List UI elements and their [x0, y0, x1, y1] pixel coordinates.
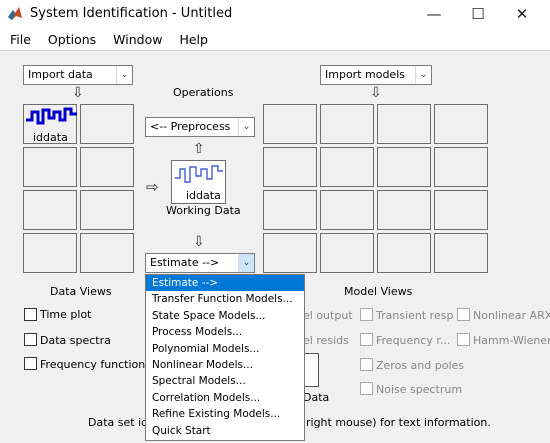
model-views-title: Model Views — [344, 285, 413, 298]
data-slot[interactable] — [23, 147, 77, 187]
status-text-right: right mouse) for text information. — [306, 416, 491, 429]
close-button[interactable]: ✕ — [504, 2, 540, 26]
data-slot[interactable] — [80, 147, 134, 187]
data-views-title: Data Views — [50, 285, 112, 298]
model-slot[interactable] — [434, 233, 488, 273]
matlab-icon — [8, 7, 22, 20]
model-slot[interactable] — [320, 147, 374, 187]
model-slot[interactable] — [320, 190, 374, 230]
transient-resp-label: Transient resp — [376, 309, 454, 322]
preprocess-label: <-- Preprocess — [150, 120, 231, 133]
noise-spectrum-label: Noise spectrum — [376, 383, 463, 396]
data-slot[interactable] — [80, 104, 134, 144]
estimate-menu-item[interactable]: Nonlinear Models... — [146, 357, 304, 373]
estimate-menu-item[interactable]: Spectral Models... — [146, 373, 304, 389]
signal-waveform-icon — [175, 165, 223, 183]
data-spectra-label: Data spectra — [40, 334, 111, 347]
signal-waveform-icon — [26, 107, 77, 125]
data-slot[interactable] — [80, 233, 134, 273]
frequency-resp-checkbox[interactable] — [360, 333, 373, 346]
data-slot[interactable] — [80, 190, 134, 230]
model-slot[interactable] — [377, 104, 431, 144]
time-plot-label: Time plot — [40, 308, 92, 321]
model-slot[interactable] — [434, 104, 488, 144]
window-title: System Identification - Untitled — [30, 6, 233, 21]
chevron-down-icon: ⌄ — [116, 66, 132, 84]
arrow-down-icon: ⇩ — [193, 234, 205, 250]
data-icon-label: iddata — [33, 131, 68, 144]
model-slot[interactable] — [320, 104, 374, 144]
chevron-down-icon: ⌄ — [238, 254, 254, 272]
frequency-function-checkbox[interactable] — [24, 357, 37, 370]
working-data-label: Working Data — [166, 204, 241, 217]
model-output-label: el output — [303, 309, 353, 322]
transient-resp-checkbox[interactable] — [360, 308, 373, 321]
zeros-poles-label: Zeros and poles — [376, 359, 464, 372]
chevron-down-icon: ⌄ — [415, 66, 431, 84]
estimate-menu: Estimate --> Transfer Function Models... S… — [145, 274, 305, 441]
estimate-menu-item[interactable]: State Space Models... — [146, 308, 304, 324]
model-slot[interactable] — [263, 190, 317, 230]
zeros-poles-checkbox[interactable] — [360, 358, 373, 371]
operations-label: Operations — [173, 86, 234, 99]
menu-options[interactable]: Options — [38, 32, 103, 47]
model-slot[interactable] — [377, 233, 431, 273]
nonlinear-arx-checkbox[interactable] — [457, 308, 470, 321]
data-slot[interactable] — [23, 233, 77, 273]
noise-spectrum-checkbox[interactable] — [360, 382, 373, 395]
model-slot[interactable] — [434, 147, 488, 187]
estimate-menu-item[interactable]: Refine Existing Models... — [146, 406, 304, 422]
estimate-menu-item[interactable]: Process Models... — [146, 324, 304, 340]
estimate-menu-item[interactable]: Correlation Models... — [146, 390, 304, 406]
estimate-label: Estimate --> — [150, 256, 220, 269]
model-slot[interactable] — [320, 233, 374, 273]
import-data-label: Import data — [28, 68, 93, 81]
arrow-right-icon: ⇨ — [146, 178, 159, 196]
model-slot[interactable] — [434, 190, 488, 230]
maximize-button[interactable]: ☐ — [460, 2, 496, 26]
import-models-label: Import models — [325, 68, 405, 81]
frequency-function-label: Frequency function — [40, 358, 146, 371]
hamm-wiener-label: Hamm-Wiener — [473, 334, 550, 347]
estimate-menu-item[interactable]: Estimate --> — [146, 275, 304, 292]
trash-label: Data — [303, 391, 330, 404]
model-slot[interactable] — [263, 233, 317, 273]
arrow-down-icon: ⇩ — [72, 85, 84, 101]
frequency-resp-label: Frequency r... — [376, 334, 451, 347]
title-bar: System Identification - Untitled — ☐ ✕ — [0, 0, 550, 28]
working-data-icon-label: iddata — [186, 189, 221, 202]
arrow-up-icon: ⇧ — [193, 141, 205, 157]
import-data-dropdown[interactable]: Import data ⌄ — [23, 65, 133, 85]
nonlinear-arx-label: Nonlinear ARX — [473, 309, 550, 322]
model-slot[interactable] — [263, 104, 317, 144]
estimate-dropdown[interactable]: Estimate --> ⌄ — [145, 253, 255, 273]
working-data-slot[interactable]: iddata — [171, 160, 226, 204]
estimate-menu-item[interactable]: Quick Start — [146, 423, 304, 439]
data-icon-iddata[interactable]: iddata — [24, 105, 78, 145]
trash-icon[interactable] — [303, 353, 319, 387]
minimize-button[interactable]: — — [416, 2, 452, 26]
model-slot[interactable] — [377, 190, 431, 230]
time-plot-checkbox[interactable] — [24, 308, 37, 321]
menu-file[interactable]: File — [0, 32, 38, 47]
model-slot[interactable] — [263, 147, 317, 187]
menu-help[interactable]: Help — [169, 32, 215, 47]
chevron-down-icon: ⌄ — [238, 118, 254, 136]
data-spectra-checkbox[interactable] — [24, 333, 37, 346]
preprocess-dropdown[interactable]: <-- Preprocess ⌄ — [145, 117, 255, 137]
arrow-down-icon: ⇩ — [370, 85, 382, 101]
estimate-menu-item[interactable]: Transfer Function Models... — [146, 291, 304, 307]
estimate-menu-item[interactable]: Polynomial Models... — [146, 341, 304, 357]
menu-bar: File Options Window Help — [0, 28, 550, 50]
data-slot[interactable] — [23, 190, 77, 230]
import-models-dropdown[interactable]: Import models ⌄ — [320, 65, 432, 85]
hamm-wiener-checkbox[interactable] — [457, 333, 470, 346]
model-slot[interactable] — [377, 147, 431, 187]
model-resids-label: el resids — [303, 334, 349, 347]
menu-window[interactable]: Window — [103, 32, 169, 47]
